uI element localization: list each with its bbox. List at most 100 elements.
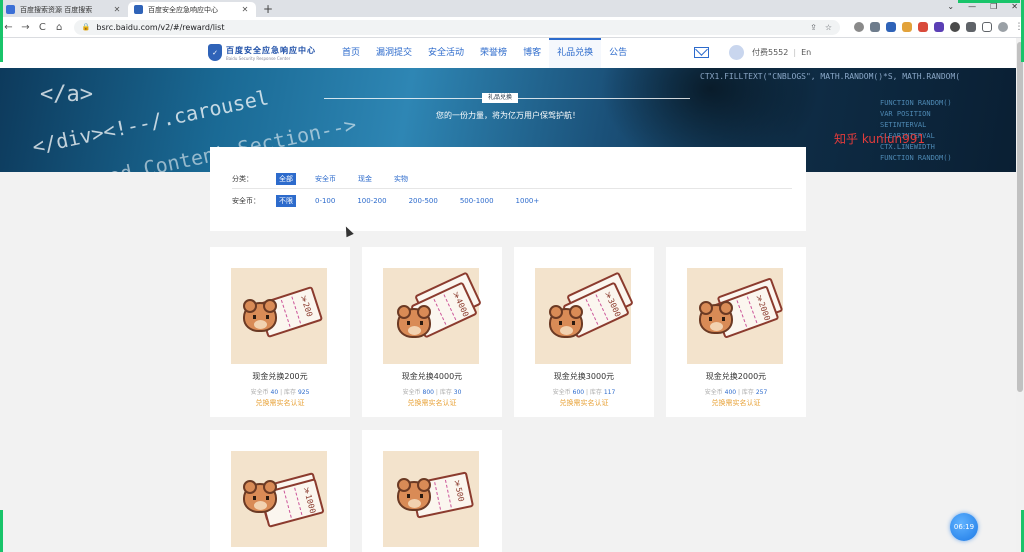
nav-announcements[interactable]: 公告: [601, 38, 635, 68]
logo-title: 百度安全应急响应中心: [226, 45, 316, 55]
nav-activities[interactable]: 安全活动: [420, 38, 472, 68]
banknote-amount: ￥500: [452, 478, 466, 503]
category-option-physical[interactable]: 实物: [391, 173, 411, 185]
browser-toolbar: ← → C ⌂ 🔒 bsrc.baidu.com/v2/#/reward/lis…: [0, 17, 1024, 38]
extension-icon[interactable]: [934, 22, 945, 32]
extension-icon[interactable]: [918, 22, 929, 32]
product-card[interactable]: ￥1000: [210, 430, 350, 552]
user-avatar[interactable]: [729, 45, 744, 60]
nav-home[interactable]: 首页: [334, 38, 368, 68]
nav-blog[interactable]: 博客: [515, 38, 549, 68]
tab-title: 百度安全应急响应中心: [148, 5, 218, 14]
close-tab-icon[interactable]: ✕: [112, 5, 122, 14]
product-card[interactable]: ￥200 现金兑换200元 安全币 40 | 库存 925 兑换需实名认证: [210, 247, 350, 417]
site-logo[interactable]: ✓ 百度安全应急响应中心 Baidu Security Response Cen…: [208, 44, 316, 61]
product-name[interactable]: 现金兑换4000元: [362, 371, 502, 382]
product-card[interactable]: ￥4000 现金兑换4000元 安全币 800 | 库存 30 兑换需实名认证: [362, 247, 502, 417]
category-filter-row: 分类： 全部 安全币 现金 实物: [232, 173, 427, 185]
watermark-text: 知乎 kunlun991: [834, 132, 926, 146]
banner-tag: 礼品兑换: [482, 93, 519, 103]
nav-gift-exchange[interactable]: 礼品兑换: [549, 38, 602, 68]
tab-search-button[interactable]: ⌄: [947, 2, 954, 11]
realname-required-note: 兑换需实名认证: [407, 399, 457, 407]
shield-logo-icon: ✓: [208, 44, 222, 61]
url-text[interactable]: bsrc.baidu.com/v2/#/reward/list: [96, 23, 224, 32]
username[interactable]: 付费5552: [752, 47, 788, 58]
extension-icon[interactable]: [854, 22, 865, 32]
close-window-button[interactable]: ✕: [1011, 2, 1018, 11]
coin-option-any[interactable]: 不限: [276, 195, 296, 207]
bear-mascot-icon: [243, 480, 277, 513]
address-bar[interactable]: 🔒 bsrc.baidu.com/v2/#/reward/list ⇪ ☆: [73, 19, 841, 35]
banknote-amount: ￥2000: [754, 293, 772, 322]
new-tab-button[interactable]: +: [256, 2, 280, 17]
coin-option-0-100[interactable]: 0-100: [312, 196, 338, 206]
close-tab-icon[interactable]: ✕: [240, 5, 250, 14]
coin-option-100-200[interactable]: 100-200: [354, 196, 389, 206]
puzzle-extensions-icon[interactable]: [966, 22, 977, 32]
browser-tab-2[interactable]: 百度安全应急响应中心 ✕: [128, 2, 256, 17]
nav-honor-board[interactable]: 荣誉榜: [472, 38, 515, 68]
share-icon[interactable]: ⇪: [810, 23, 817, 32]
extension-icon[interactable]: [886, 22, 897, 32]
bear-mascot-icon: [549, 305, 583, 338]
restore-button[interactable]: ❐: [990, 2, 997, 11]
product-name[interactable]: 现金兑换3000元: [514, 371, 654, 382]
header-user-area: 付费5552 | En: [694, 45, 811, 60]
realname-required-note: 兑换需实名认证: [711, 399, 761, 407]
page-scrollbar[interactable]: [1016, 38, 1024, 552]
coin-option-200-500[interactable]: 200-500: [406, 196, 441, 206]
coin-label: 安全币：: [232, 197, 260, 205]
product-name[interactable]: 现金兑换2000元: [666, 371, 806, 382]
product-meta: 安全币 600 | 库存 117: [552, 389, 616, 396]
extension-icon[interactable]: [950, 22, 961, 32]
realname-required-note: 兑换需实名认证: [559, 399, 609, 407]
product-image[interactable]: ￥4000: [383, 268, 482, 364]
product-card[interactable]: ￥3000 现金兑换3000元 安全币 600 | 库存 117 兑换需实名认证: [514, 247, 654, 417]
category-option-cash[interactable]: 现金: [355, 173, 375, 185]
product-card[interactable]: ￥500: [362, 430, 502, 552]
mail-icon[interactable]: [694, 47, 709, 58]
capture-frame-edge: [0, 510, 3, 552]
minimize-button[interactable]: —: [968, 2, 976, 11]
product-image[interactable]: ￥2000: [687, 268, 784, 364]
nav-submit-vuln[interactable]: 漏洞提交: [368, 38, 420, 68]
realname-required-note: 兑换需实名认证: [255, 399, 305, 407]
home-button[interactable]: ⌂: [51, 22, 68, 33]
product-name[interactable]: 现金兑换200元: [210, 371, 350, 382]
extension-icon[interactable]: [870, 22, 881, 32]
forward-button[interactable]: →: [17, 22, 34, 33]
category-option-coin[interactable]: 安全币: [312, 173, 339, 185]
bear-mascot-icon: [699, 301, 733, 334]
reload-button[interactable]: C: [34, 22, 51, 33]
window-controls: ⌄ — ❐ ✕: [947, 2, 1018, 11]
product-image[interactable]: ￥3000: [535, 268, 634, 364]
product-meta: 安全币 400 | 库存 257: [704, 389, 768, 396]
profile-avatar-icon[interactable]: [998, 22, 1009, 32]
product-image[interactable]: ￥1000: [231, 451, 327, 547]
product-image[interactable]: ￥200: [231, 268, 327, 364]
browser-tab-1[interactable]: 百度搜索资源 百度搜索 ✕: [0, 2, 128, 17]
banner-code-text: CTX1.FILLTEXT("CNBLOGS", MATH.RANDOM()*S…: [700, 72, 961, 81]
scrollbar-thumb[interactable]: [1017, 42, 1023, 392]
product-image[interactable]: ￥500: [383, 451, 479, 547]
banknote-amount: ￥1000: [301, 485, 318, 515]
baidu-favicon-icon: [6, 5, 15, 14]
category-option-all[interactable]: 全部: [276, 173, 296, 185]
product-card[interactable]: ￥2000 现金兑换2000元 安全币 400 | 库存 257 兑换需实名认证: [666, 247, 806, 417]
language-switch[interactable]: En: [801, 48, 811, 57]
bookmark-star-icon[interactable]: ☆: [825, 23, 832, 32]
extension-icon[interactable]: [902, 22, 913, 32]
coin-option-500-1000[interactable]: 500-1000: [457, 196, 497, 206]
lock-icon[interactable]: 🔒: [82, 23, 91, 31]
bear-mascot-icon: [397, 305, 431, 338]
banknote-amount: ￥200: [298, 293, 315, 318]
filter-panel: 分类： 全部 安全币 现金 实物 安全币： 不限 0-100 100-200 2…: [210, 147, 806, 231]
main-nav: 首页 漏洞提交 安全活动 荣誉榜 博客 礼品兑换 公告: [334, 38, 635, 68]
bear-mascot-icon: [397, 478, 431, 511]
coin-filter-row: 安全币： 不限 0-100 100-200 200-500 500-1000 1…: [232, 195, 558, 207]
sidepanel-icon[interactable]: [982, 22, 993, 32]
category-label: 分类：: [232, 175, 253, 183]
recording-timer[interactable]: 06:19: [950, 513, 978, 541]
coin-option-1000-plus[interactable]: 1000+: [513, 196, 543, 206]
